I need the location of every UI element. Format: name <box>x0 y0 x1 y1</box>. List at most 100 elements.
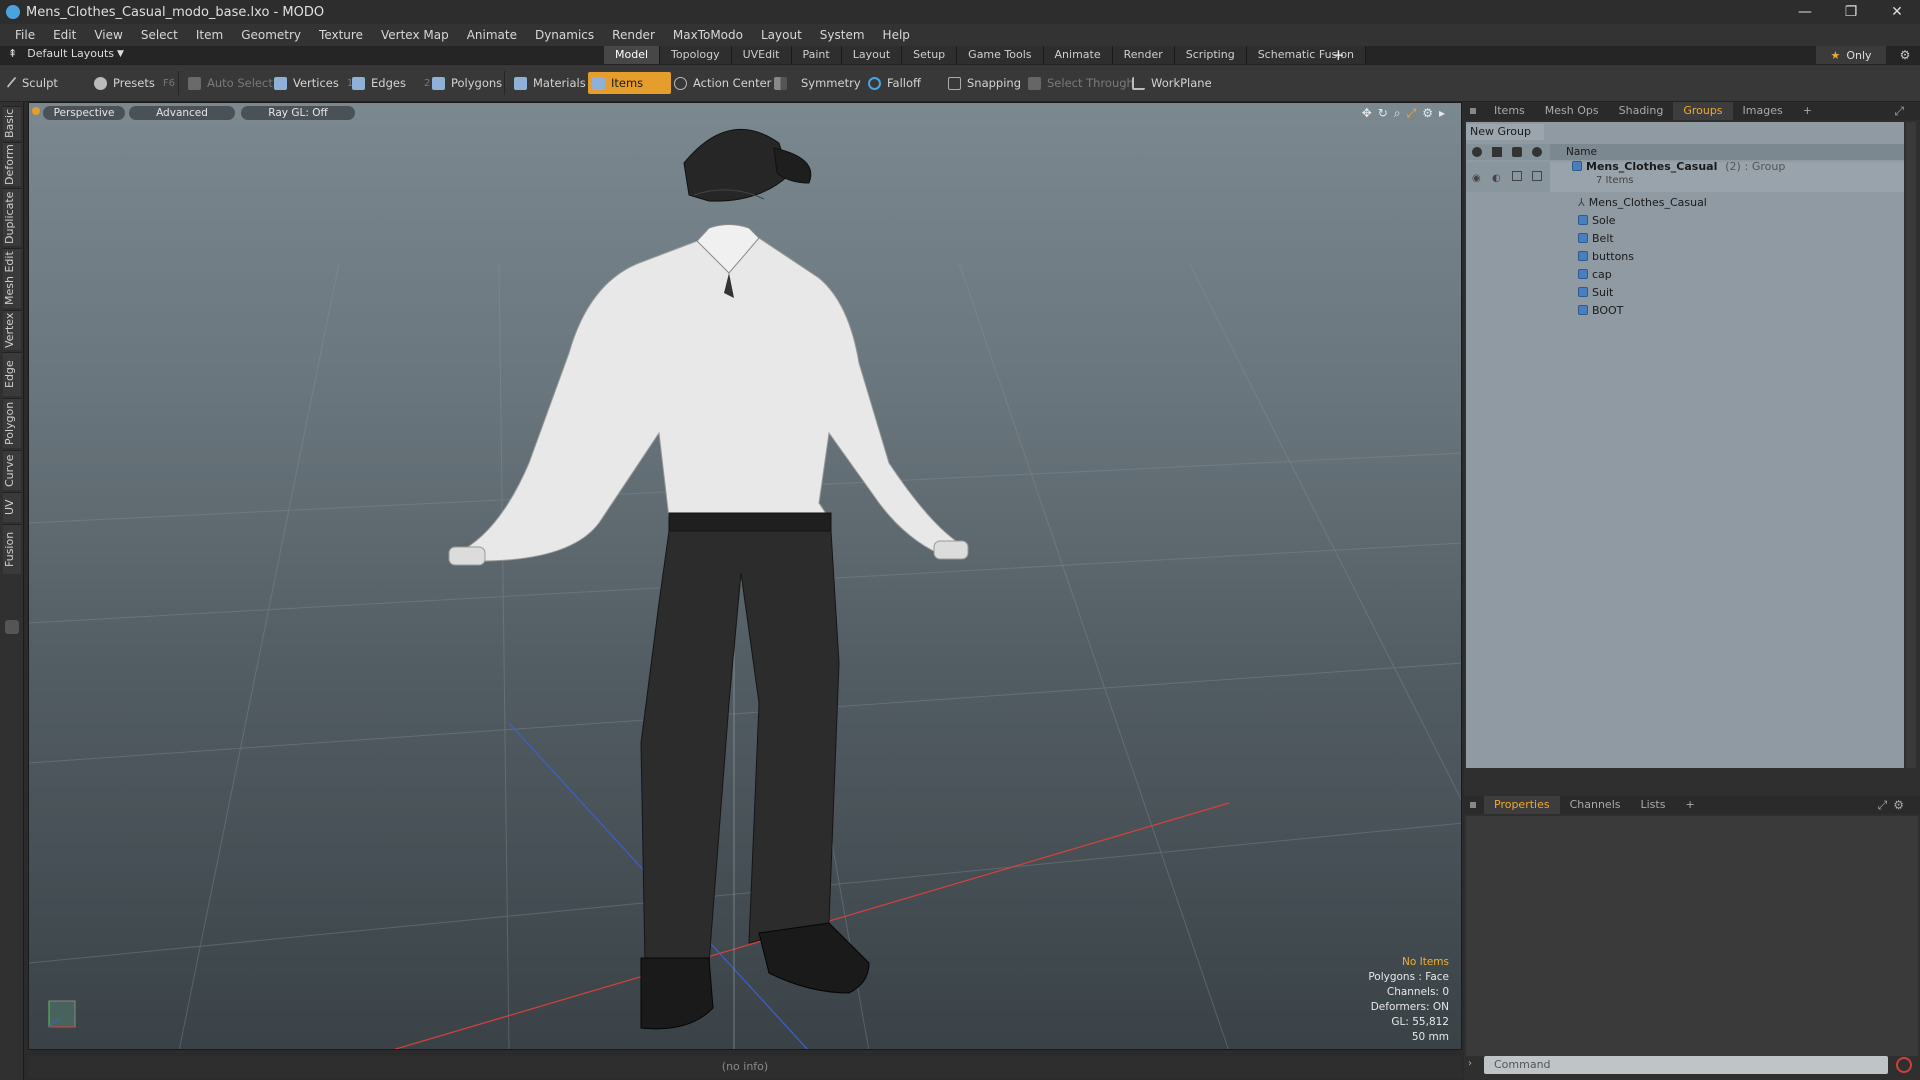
lock-icon[interactable] <box>1512 147 1522 157</box>
tab-topology[interactable]: Topology <box>660 46 732 64</box>
list-item[interactable]: buttons <box>1466 248 1904 266</box>
select-icon[interactable] <box>1532 147 1542 157</box>
vtab-fusion[interactable]: Fusion <box>3 524 21 574</box>
vtab-mesh-edit[interactable]: Mesh Edit <box>3 248 21 308</box>
menu-help[interactable]: Help <box>874 28 919 42</box>
falloff-button[interactable]: Falloff <box>864 72 921 94</box>
minimize-button[interactable]: — <box>1782 0 1828 24</box>
vtab-duplicate[interactable]: Duplicate <box>3 188 21 246</box>
pan-icon[interactable]: ✥ <box>1362 106 1372 121</box>
tab-channels[interactable]: Channels <box>1560 796 1631 814</box>
select-checkbox[interactable] <box>1532 171 1542 181</box>
tab-images[interactable]: Images <box>1733 102 1793 120</box>
group-row[interactable]: ◉ ◐ Mens_Clothes_Casual (2) : Group 7 It… <box>1466 160 1904 192</box>
polygons-button[interactable]: Polygons <box>428 72 502 94</box>
add-layout-button[interactable]: + <box>1332 46 1345 64</box>
tab-uvedit[interactable]: UVEdit <box>731 46 792 64</box>
list-item[interactable]: BOOT <box>1466 302 1904 320</box>
menu-dynamics[interactable]: Dynamics <box>526 28 603 42</box>
vtab-polygon[interactable]: Polygon <box>3 398 21 448</box>
menu-select[interactable]: Select <box>132 28 187 42</box>
command-input[interactable]: Command <box>1484 1056 1888 1074</box>
tab-paint[interactable]: Paint <box>791 46 842 64</box>
menu-file[interactable]: File <box>6 28 44 42</box>
record-icon[interactable] <box>1896 1057 1912 1073</box>
maximize-icon[interactable]: ⤢ <box>1894 104 1904 119</box>
fit-icon[interactable]: ⤢ <box>1407 106 1417 121</box>
tab-game-tools[interactable]: Game Tools <box>957 46 1044 64</box>
select-through-button[interactable]: Select Through <box>1024 72 1134 94</box>
vtab-curve[interactable]: Curve <box>3 450 21 490</box>
add-tab-button[interactable]: + <box>1675 796 1704 814</box>
tab-mesh-ops[interactable]: Mesh Ops <box>1535 102 1609 120</box>
sculpt-button[interactable]: Sculpt <box>6 72 58 94</box>
gear-icon[interactable]: ⚙ <box>1893 798 1904 812</box>
vtab-uv[interactable]: UV <box>3 492 21 522</box>
tab-animate[interactable]: Animate <box>1043 46 1113 64</box>
layouts-dropdown[interactable]: ⇞ Default Layouts ▼ <box>4 47 124 60</box>
menu-item[interactable]: Item <box>187 28 232 42</box>
menu-texture[interactable]: Texture <box>310 28 372 42</box>
tab-groups[interactable]: Groups <box>1673 102 1733 120</box>
list-item[interactable]: ⅄ Mens_Clothes_Casual <box>1466 194 1904 212</box>
menu-system[interactable]: System <box>811 28 874 42</box>
eye-icon[interactable] <box>1472 147 1482 157</box>
menu-render[interactable]: Render <box>603 28 664 42</box>
eye-icon[interactable]: ◉ <box>1472 170 1481 188</box>
add-tab-button[interactable]: + <box>1793 102 1822 120</box>
vtab-vertex[interactable]: Vertex <box>3 310 21 350</box>
workplane-button[interactable]: WorkPlane <box>1128 72 1212 94</box>
tab-scripting[interactable]: Scripting <box>1174 46 1247 64</box>
vtab-edge[interactable]: Edge <box>3 352 21 396</box>
gear-icon[interactable]: ⚙ <box>1422 106 1433 121</box>
tab-items[interactable]: Items <box>1484 102 1535 120</box>
restore-button[interactable]: ❐ <box>1828 0 1874 24</box>
menu-geometry[interactable]: Geometry <box>232 28 310 42</box>
rotate-icon[interactable]: ↻ <box>1378 106 1388 121</box>
3d-viewport[interactable]: Perspective Advanced Ray GL: Off ✥ ↻ ⌕ ⤢… <box>28 102 1462 1050</box>
list-item[interactable]: Belt <box>1466 230 1904 248</box>
presets-button[interactable]: Presets F6 <box>90 72 175 94</box>
lock-checkbox[interactable] <box>1512 171 1522 181</box>
maximize-icon[interactable]: ⤢ <box>1878 798 1888 813</box>
groups-scrollbar[interactable] <box>1906 122 1916 768</box>
vtab-basic[interactable]: Basic <box>3 106 21 140</box>
menu-view[interactable]: View <box>85 28 131 42</box>
tab-model[interactable]: Model <box>604 46 661 64</box>
new-group-button[interactable]: New Group <box>1466 124 1544 140</box>
auto-select-button[interactable]: Auto Select <box>184 72 273 94</box>
tab-render[interactable]: Render <box>1112 46 1175 64</box>
tab-schematic-fusion[interactable]: Schematic Fusion <box>1246 46 1367 64</box>
menu-layout[interactable]: Layout <box>752 28 811 42</box>
close-button[interactable]: ✕ <box>1874 0 1920 24</box>
list-item[interactable]: Sole <box>1466 212 1904 230</box>
zoom-icon[interactable]: ⌕ <box>1394 106 1401 121</box>
list-item[interactable]: cap <box>1466 266 1904 284</box>
tab-properties[interactable]: Properties <box>1484 796 1560 814</box>
list-item[interactable]: Suit <box>1466 284 1904 302</box>
toggle-panel-icon[interactable] <box>5 620 19 634</box>
vertices-button[interactable]: Vertices 1 <box>270 72 353 94</box>
menu-edit[interactable]: Edit <box>44 28 85 42</box>
shading-dropdown[interactable]: Advanced <box>129 106 235 120</box>
symmetry-button[interactable]: Symmetry <box>770 72 861 94</box>
render-icon[interactable]: ◐ <box>1492 170 1501 188</box>
menu-maxtomodo[interactable]: MaxToModo <box>664 28 752 42</box>
expand-arrow-icon[interactable]: ▸ <box>1439 106 1445 121</box>
tab-shading[interactable]: Shading <box>1609 102 1674 120</box>
gear-icon[interactable]: ⚙ <box>1892 46 1918 64</box>
items-button[interactable]: Items <box>588 72 672 94</box>
tab-lists[interactable]: Lists <box>1631 796 1676 814</box>
render-icon[interactable] <box>1492 147 1502 157</box>
vtab-deform[interactable]: Deform <box>3 142 21 186</box>
tab-layout[interactable]: Layout <box>841 46 903 64</box>
menu-vertex-map[interactable]: Vertex Map <box>372 28 458 42</box>
view-mode-dropdown[interactable]: Perspective <box>43 106 125 120</box>
raygl-dropdown[interactable]: Ray GL: Off <box>241 106 355 120</box>
materials-button[interactable]: Materials <box>510 72 586 94</box>
action-center-button[interactable]: Action Center <box>670 72 771 94</box>
tab-setup[interactable]: Setup <box>902 46 958 64</box>
only-toggle[interactable]: ★ Only <box>1816 46 1886 64</box>
menu-animate[interactable]: Animate <box>458 28 526 42</box>
snapping-button[interactable]: Snapping <box>944 72 1021 94</box>
